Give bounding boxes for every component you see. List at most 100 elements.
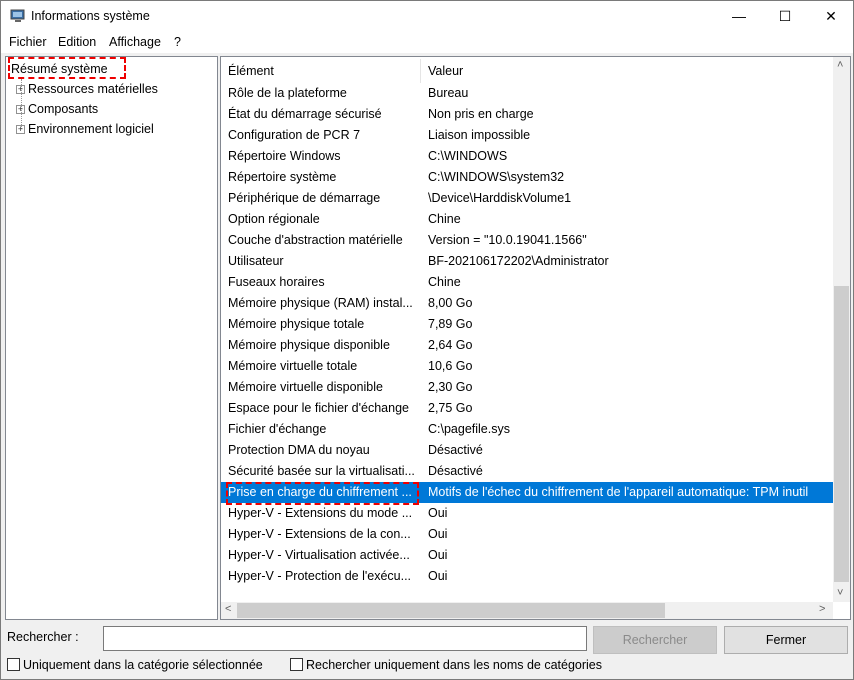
search-input[interactable] <box>103 626 587 651</box>
table-row[interactable]: Mémoire physique disponible 2,64 Go <box>221 335 833 356</box>
row-value: Liaison impossible <box>428 128 531 142</box>
row-element: Hyper-V - Protection de l'exécu... <box>228 569 412 583</box>
table-row[interactable]: Rôle de la plateforme Bureau <box>221 83 833 104</box>
row-value: Désactivé <box>428 443 483 457</box>
row-element: Fichier d'échange <box>228 422 327 436</box>
table-row[interactable]: Fuseaux horaires Chine <box>221 272 833 293</box>
system-info-app-icon <box>10 9 25 22</box>
menu-help[interactable]: ? <box>174 35 181 49</box>
row-element: Hyper-V - Virtualisation activée... <box>228 548 410 562</box>
tree-item-ressources-materielles[interactable]: + Ressources matérielles <box>16 79 158 99</box>
table-row[interactable]: Configuration de PCR 7 Liaison impossible <box>221 125 833 146</box>
row-element: Mémoire virtuelle disponible <box>228 380 383 394</box>
only-selected-category-checkbox[interactable]: Uniquement dans la catégorie sélectionné… <box>7 658 263 672</box>
scroll-right-icon[interactable]: > <box>819 603 825 615</box>
table-row[interactable]: Hyper-V - Extensions de la con... Oui <box>221 524 833 545</box>
window-title: Informations système <box>31 9 150 23</box>
row-value: Bureau <box>428 86 469 100</box>
table-row[interactable]: Périphérique de démarrage \Device\Harddis… <box>221 188 833 209</box>
expand-icon[interactable]: + <box>16 85 25 95</box>
table-row[interactable]: Répertoire Windows C:\WINDOWS <box>221 146 833 167</box>
row-element: Hyper-V - Extensions de la con... <box>228 527 411 541</box>
menu-bar: Fichier Edition Affichage ? <box>1 32 853 53</box>
row-value: \Device\HarddiskVolume1 <box>428 191 572 205</box>
horizontal-scrollbar[interactable]: < > <box>221 602 833 619</box>
table-row[interactable]: Utilisateur BF-202106172202\Administrator <box>221 251 833 272</box>
row-element: Rôle de la plateforme <box>228 86 347 100</box>
table-row[interactable]: Mémoire virtuelle totale 10,6 Go <box>221 356 833 377</box>
close-button[interactable]: ✕ <box>808 1 854 32</box>
table-row[interactable]: Fichier d'échange C:\pagefile.sys <box>221 419 833 440</box>
close-dialog-button[interactable]: Fermer <box>724 626 848 654</box>
row-element: Fuseaux horaires <box>228 275 325 289</box>
table-row[interactable]: Hyper-V - Virtualisation activée... Oui <box>221 545 833 566</box>
vertical-scrollbar[interactable]: ˄ ˅ <box>833 57 850 602</box>
tree-label: Ressources matérielles <box>28 82 158 96</box>
row-element: Mémoire physique disponible <box>228 338 390 352</box>
row-value: Version = "10.0.19041.1566" <box>428 233 587 247</box>
horizontal-scroll-thumb[interactable] <box>237 603 665 618</box>
checkbox-icon[interactable] <box>290 658 303 671</box>
row-value: Non pris en charge <box>428 107 534 121</box>
row-value: 2,64 Go <box>428 338 473 352</box>
menu-fichier[interactable]: Fichier <box>9 35 47 49</box>
maximize-button[interactable]: ☐ <box>762 1 808 32</box>
table-row[interactable]: Couche d'abstraction matérielle Version =… <box>221 230 833 251</box>
checkbox-icon[interactable] <box>7 658 20 671</box>
table-row[interactable]: Mémoire virtuelle disponible 2,30 Go <box>221 377 833 398</box>
row-element: Espace pour le fichier d'échange <box>228 401 409 415</box>
row-value: C:\WINDOWS\system32 <box>428 170 565 184</box>
details-list: Élément Valeur Rôle de la plateforme Bure… <box>220 56 851 620</box>
row-element: Protection DMA du noyau <box>228 443 370 457</box>
table-row[interactable]: Hyper-V - Extensions du mode ... Oui <box>221 503 833 524</box>
table-row[interactable]: Mémoire physique totale 7,89 Go <box>221 314 833 335</box>
row-value: Chine <box>428 275 461 289</box>
row-value: BF-202106172202\Administrator <box>428 254 609 268</box>
table-row[interactable]: Répertoire système C:\WINDOWS\system32 <box>221 167 833 188</box>
search-label: Rechercher : <box>7 630 79 644</box>
table-row[interactable]: Protection DMA du noyau Désactivé <box>221 440 833 461</box>
row-value: Motifs de l'échec du chiffrement de l'ap… <box>428 485 809 499</box>
tree-item-environnement-logiciel[interactable]: + Environnement logiciel <box>16 119 154 139</box>
tree-label: Composants <box>28 102 99 116</box>
column-header-element[interactable]: Élément <box>228 64 274 78</box>
row-value: C:\WINDOWS <box>428 149 508 163</box>
expand-icon[interactable]: + <box>16 125 25 135</box>
row-element: Périphérique de démarrage <box>228 191 381 205</box>
tree-label: Environnement logiciel <box>28 122 154 136</box>
table-row[interactable]: Hyper-V - Protection de l'exécu... Oui <box>221 566 833 587</box>
row-element: Utilisateur <box>228 254 284 268</box>
menu-edition[interactable]: Edition <box>58 35 96 49</box>
table-row[interactable]: État du démarrage sécurisé Non pris en ch… <box>221 104 833 125</box>
table-row[interactable]: Sécurité basée sur la virtualisati... Dés… <box>221 461 833 482</box>
expand-icon[interactable]: + <box>16 105 25 115</box>
row-element: Couche d'abstraction matérielle <box>228 233 403 247</box>
column-divider[interactable] <box>420 59 421 83</box>
table-row[interactable]: Option régionale Chine <box>221 209 833 230</box>
menu-affichage[interactable]: Affichage <box>109 35 161 49</box>
row-element: État du démarrage sécurisé <box>228 107 382 121</box>
checkbox-label: Uniquement dans la catégorie sélectionné… <box>23 658 263 672</box>
minimize-button[interactable]: — <box>716 1 762 32</box>
row-value: Oui <box>428 527 448 541</box>
title-bar: Informations système — ☐ ✕ <box>1 1 853 32</box>
highlight-box <box>8 57 126 79</box>
tree-item-composants[interactable]: + Composants <box>16 99 98 119</box>
row-value: 2,30 Go <box>428 380 473 394</box>
table-row[interactable]: Espace pour le fichier d'échange 2,75 Go <box>221 398 833 419</box>
scroll-left-icon[interactable]: < <box>225 603 231 615</box>
row-element: Configuration de PCR 7 <box>228 128 361 142</box>
scroll-down-icon[interactable]: ˅ <box>837 587 843 599</box>
row-element: Hyper-V - Extensions du mode ... <box>228 506 413 520</box>
vertical-scroll-thumb[interactable] <box>834 286 849 582</box>
highlight-box <box>226 482 419 505</box>
list-header: Élément Valeur <box>221 59 833 83</box>
category-names-only-checkbox[interactable]: Rechercher uniquement dans les noms de c… <box>290 658 602 672</box>
row-element: Sécurité basée sur la virtualisati... <box>228 464 415 478</box>
search-button[interactable]: Rechercher <box>593 626 717 654</box>
scroll-up-icon[interactable]: ˄ <box>837 59 843 71</box>
category-tree: Résumé système + Ressources matérielles +… <box>5 56 218 620</box>
row-value: Chine <box>428 212 461 226</box>
table-row[interactable]: Mémoire physique (RAM) instal... 8,00 Go <box>221 293 833 314</box>
column-header-valeur[interactable]: Valeur <box>428 64 463 78</box>
